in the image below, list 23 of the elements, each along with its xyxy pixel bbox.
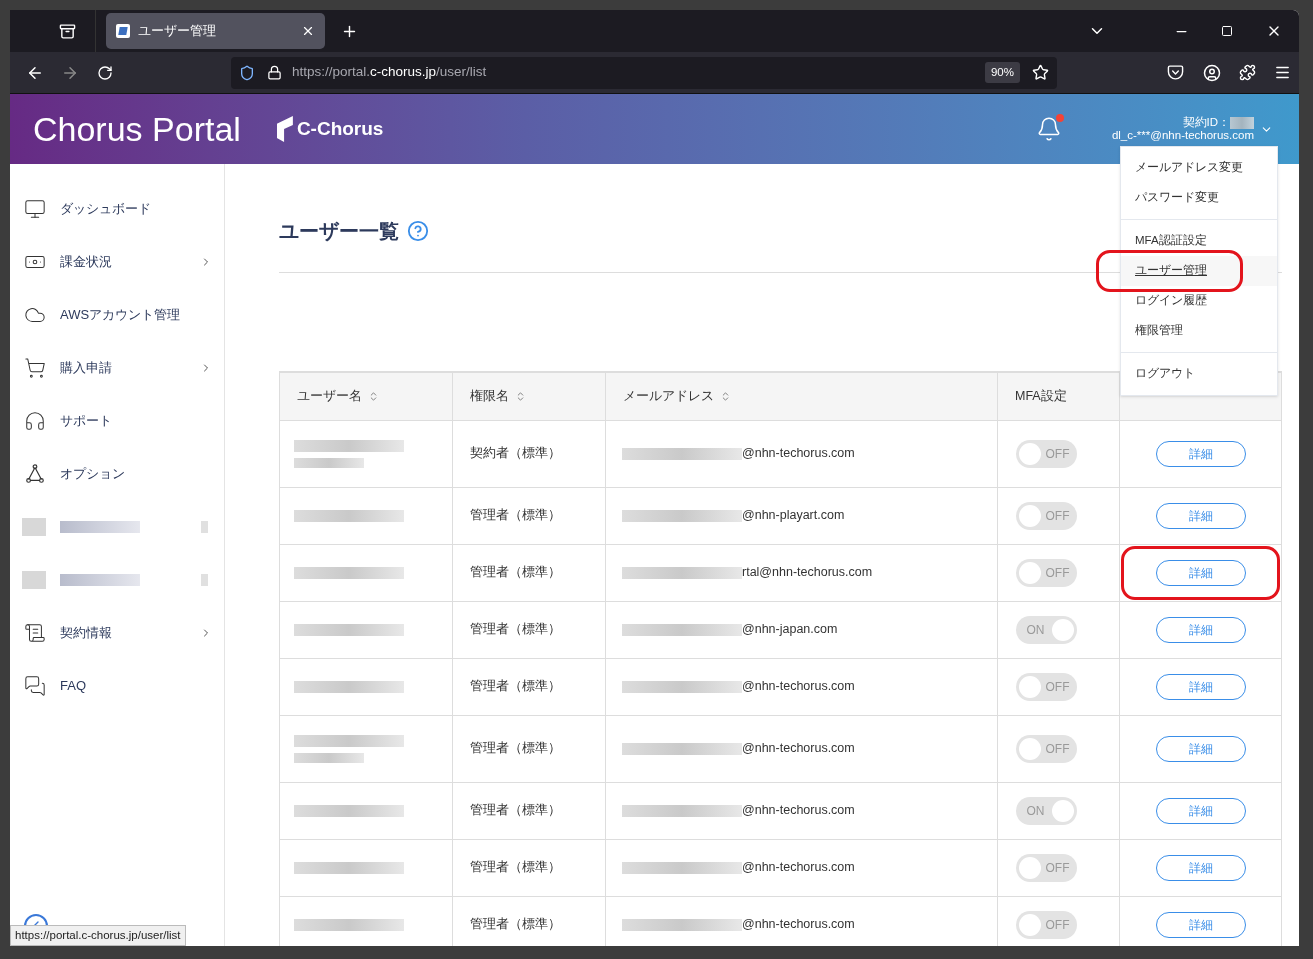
role-cell: 管理者（標準）	[452, 658, 606, 715]
email-cell-text: @nhn-techorus.com	[742, 802, 855, 820]
role-cell: 管理者（標準）	[452, 487, 606, 544]
email-cell-text: rtal@nhn-techorus.com	[742, 564, 873, 582]
email-cell-text: @nhn-techorus.com	[742, 445, 855, 463]
portal-title: Chorus Portal	[33, 108, 241, 150]
role-cell: 管理者（標準）	[452, 839, 606, 896]
email-cell-text: @nhn-techorus.com	[742, 678, 855, 696]
email-cell-text: @nhn-playart.com	[742, 507, 845, 525]
email-cell-text: @nhn-techorus.com	[742, 916, 855, 934]
role-cell: 管理者（標準）	[452, 601, 606, 658]
email-cell-text: @nhn-techorus.com	[742, 859, 855, 877]
column-header: MFA設定	[997, 372, 1120, 420]
role-cell: 管理者（標準）	[452, 782, 606, 839]
email-cell-text: @nhn-japan.com	[742, 621, 838, 639]
logo-text: C-Chorus	[296, 116, 384, 141]
role-cell: 管理者（標準）	[452, 715, 606, 782]
role-cell: 契約者（標準）	[452, 420, 606, 487]
contract-id-label: 契約ID：	[1182, 116, 1230, 129]
status-url-tooltip: https://portal.c-chorus.jp/user/list	[10, 924, 186, 946]
email-cell-text: @nhn-techorus.com	[742, 740, 855, 758]
role-cell: 管理者（標準）	[452, 544, 606, 601]
page-title: ユーザー一覧	[279, 219, 399, 244]
